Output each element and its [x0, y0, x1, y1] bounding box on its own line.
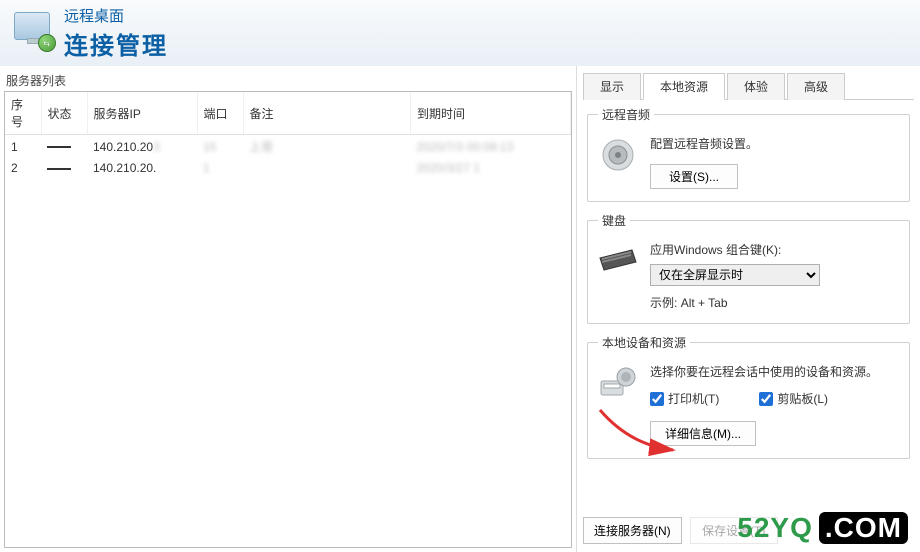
tab-panel-local-resources: 远程音频 配置远程音频设置。 设置(S)... 键盘 [583, 100, 914, 513]
app-logo-icon: ⇆ [14, 12, 56, 54]
devices-desc: 选择你要在远程会话中使用的设备和资源。 [650, 363, 899, 380]
header-title-block: 远程桌面 连接管理 [64, 5, 168, 61]
server-list-panel: 服务器列表 序号 状态 服务器IP 端口 备注 到期时间 1140.210.20… [0, 66, 577, 552]
table-row[interactable]: 2140.210.20.12020/3/27 1 [5, 158, 571, 178]
col-ip[interactable]: 服务器IP [87, 92, 197, 135]
col-status[interactable]: 状态 [41, 92, 87, 135]
legend-keyboard: 键盘 [598, 212, 630, 229]
keyboard-combo-select[interactable]: 仅在全屏显示时 [650, 264, 820, 286]
devices-icon [598, 363, 638, 403]
app-header: ⇆ 远程桌面 连接管理 [0, 0, 920, 66]
legend-remote-audio: 远程音频 [598, 106, 654, 123]
speaker-icon [598, 135, 638, 175]
tab-1[interactable]: 本地资源 [643, 73, 725, 100]
server-table[interactable]: 序号 状态 服务器IP 端口 备注 到期时间 1140.210.20315上哥2… [4, 91, 572, 548]
col-expire[interactable]: 到期时间 [411, 92, 571, 135]
table-row[interactable]: 1140.210.20315上哥2020/7/3 00:09:13 [5, 135, 571, 159]
tab-2[interactable]: 体验 [727, 73, 785, 100]
audio-settings-button[interactable]: 设置(S)... [650, 164, 738, 189]
watermark: 52YQ .COM [737, 512, 908, 544]
example-value: Alt + Tab [681, 296, 728, 310]
server-list-title: 服务器列表 [4, 72, 572, 89]
header-subtitle: 远程桌面 [64, 5, 168, 26]
keyboard-desc: 应用Windows 组合键(K): [650, 241, 899, 258]
col-index[interactable]: 序号 [5, 92, 41, 135]
legend-local-devices: 本地设备和资源 [598, 334, 690, 351]
printer-checkbox-label[interactable]: 打印机(T) [650, 390, 719, 407]
connect-server-button[interactable]: 连接服务器(N) [583, 517, 682, 544]
group-local-devices: 本地设备和资源 选择你要在远程会话中使用的设备和资源。 打印机(T) [587, 334, 910, 459]
tab-3[interactable]: 高级 [787, 73, 845, 100]
group-remote-audio: 远程音频 配置远程音频设置。 设置(S)... [587, 106, 910, 202]
clipboard-checkbox-label[interactable]: 剪贴板(L) [759, 390, 828, 407]
clipboard-checkbox[interactable] [759, 392, 773, 406]
example-label: 示例: [650, 296, 677, 310]
audio-desc: 配置远程音频设置。 [650, 135, 899, 152]
header-title: 连接管理 [64, 26, 168, 61]
tab-0[interactable]: 显示 [583, 73, 641, 100]
keyboard-icon [598, 241, 638, 281]
group-keyboard: 键盘 应用Windows 组合键(K): 仅在全屏显示时 示例: [587, 212, 910, 324]
settings-tabs: 显示本地资源体验高级 [583, 72, 914, 100]
settings-panel: 显示本地资源体验高级 远程音频 配置远程音频设置。 设置(S)... [577, 66, 920, 552]
devices-details-button[interactable]: 详细信息(M)... [650, 421, 756, 446]
printer-checkbox[interactable] [650, 392, 664, 406]
col-note[interactable]: 备注 [243, 92, 411, 135]
col-port[interactable]: 端口 [197, 92, 243, 135]
